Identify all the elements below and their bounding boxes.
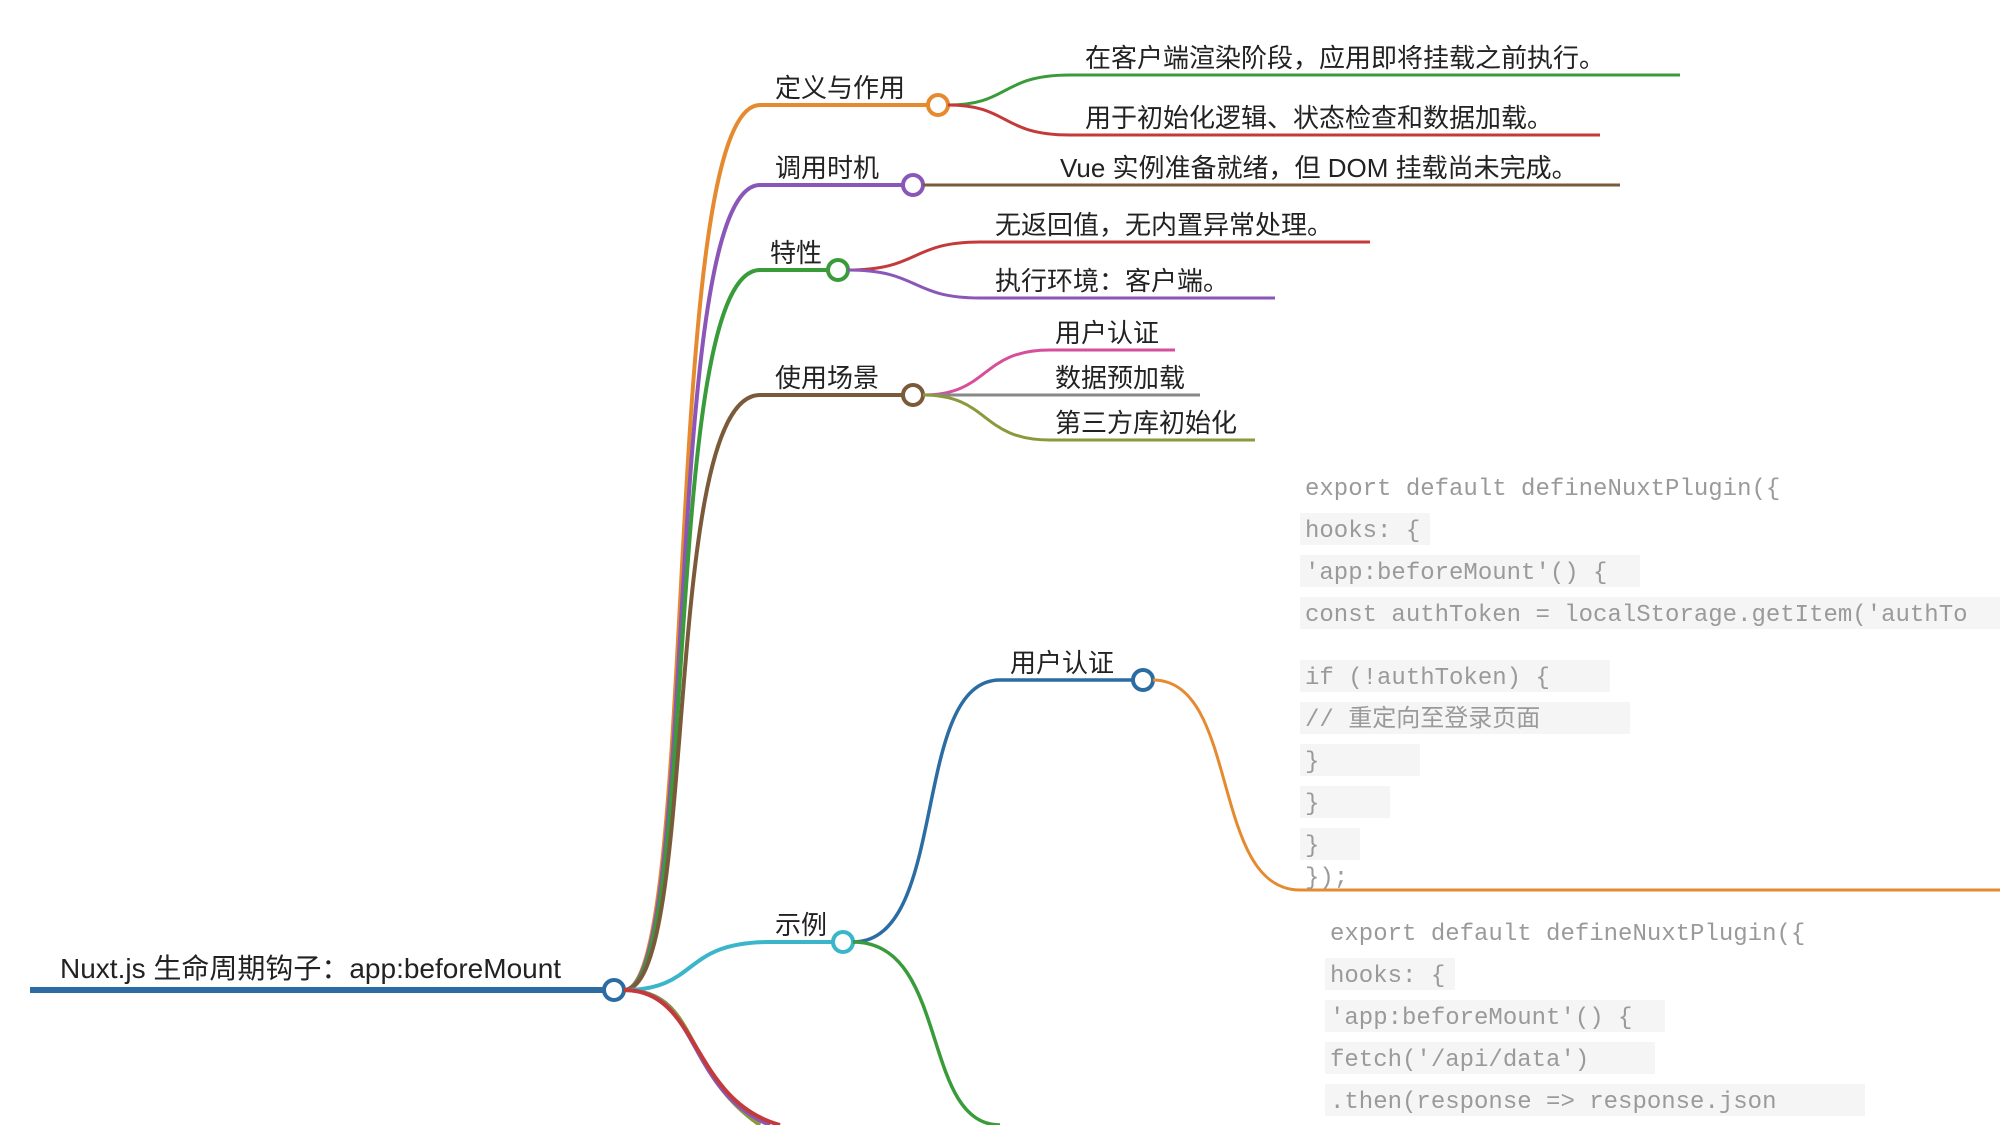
code-auth-line-7: }	[1305, 749, 1319, 776]
edge-examples-auth	[853, 680, 1135, 942]
usage-c1-label: 用户认证	[1055, 318, 1159, 348]
root-node[interactable]: Nuxt.js 生命周期钩子：app:beforeMount	[30, 953, 624, 1000]
examples-auth-dot	[1133, 670, 1153, 690]
code-auth-line-9: }	[1305, 833, 1319, 860]
edge-root-examples	[624, 942, 835, 990]
branch-usage-label: 使用场景	[775, 363, 879, 393]
timing-dot	[903, 175, 923, 195]
code-auth-line-6: // 重定向至登录页面	[1305, 705, 1540, 734]
usage-c3-label: 第三方库初始化	[1055, 408, 1237, 438]
code-auth-line-2: 'app:beforeMount'() {	[1305, 560, 1607, 587]
edge-root-extra3	[624, 990, 780, 1125]
code-preload-line-1: hooks: {	[1330, 963, 1445, 990]
examples-dot	[833, 932, 853, 952]
examples-auth-label: 用户认证	[1010, 648, 1114, 678]
features-c2-label: 执行环境：客户端。	[995, 266, 1229, 296]
code-block-preload: export default defineNuxtPlugin({ hooks:…	[1325, 921, 1865, 1116]
code-auth-line-1: hooks: {	[1305, 518, 1420, 545]
code-preload-line-2: 'app:beforeMount'() {	[1330, 1005, 1632, 1032]
features-dot	[828, 260, 848, 280]
branch-usage[interactable]: 使用场景 用户认证 数据预加载 第三方库初始化	[624, 318, 1255, 990]
code-auth-line-5: if (!authToken) {	[1305, 665, 1550, 692]
root-dot	[604, 980, 624, 1000]
definition-dot	[928, 95, 948, 115]
code-preload-line-0: export default defineNuxtPlugin({	[1330, 921, 1805, 948]
definition-c2-label: 用于初始化逻辑、状态检查和数据加载。	[1085, 103, 1553, 133]
code-auth-line-8: }	[1305, 791, 1319, 818]
usage-c2-label: 数据预加载	[1055, 363, 1185, 393]
branch-examples-label: 示例	[775, 910, 827, 940]
code-preload-line-4: .then(response => response.json	[1330, 1089, 1776, 1116]
definition-c1-label: 在客户端渲染阶段，应用即将挂载之前执行。	[1085, 43, 1605, 73]
code-block-auth: export default defineNuxtPlugin({ hooks:…	[1300, 476, 2000, 892]
code-preload-line-3: fetch('/api/data')	[1330, 1047, 1589, 1074]
code-auth-line-10: });	[1305, 865, 1348, 892]
root-label: Nuxt.js 生命周期钩子：app:beforeMount	[60, 953, 561, 984]
branch-features[interactable]: 特性 无返回值，无内置异常处理。 执行环境：客户端。	[624, 210, 1370, 990]
branch-features-label: 特性	[770, 238, 822, 268]
usage-dot	[903, 385, 923, 405]
edge-root-usage	[624, 395, 905, 990]
branch-examples[interactable]: 示例 用户认证 export default defineNuxtPlugin(…	[624, 476, 2000, 1125]
features-c1-label: 无返回值，无内置异常处理。	[995, 210, 1333, 240]
edge-examples-preload	[853, 942, 1000, 1125]
branch-timing-label: 调用时机	[775, 153, 879, 183]
branch-definition-label: 定义与作用	[775, 73, 905, 103]
code-auth-line-0: export default defineNuxtPlugin({	[1305, 476, 1780, 503]
edge-root-extra2	[624, 990, 770, 1125]
edge-definition-c1	[948, 75, 1680, 105]
timing-c1-label: Vue 实例准备就绪，但 DOM 挂载尚未完成。	[1060, 153, 1578, 183]
code-auth-line-3: const authToken = localStorage.getItem('…	[1305, 602, 1968, 629]
